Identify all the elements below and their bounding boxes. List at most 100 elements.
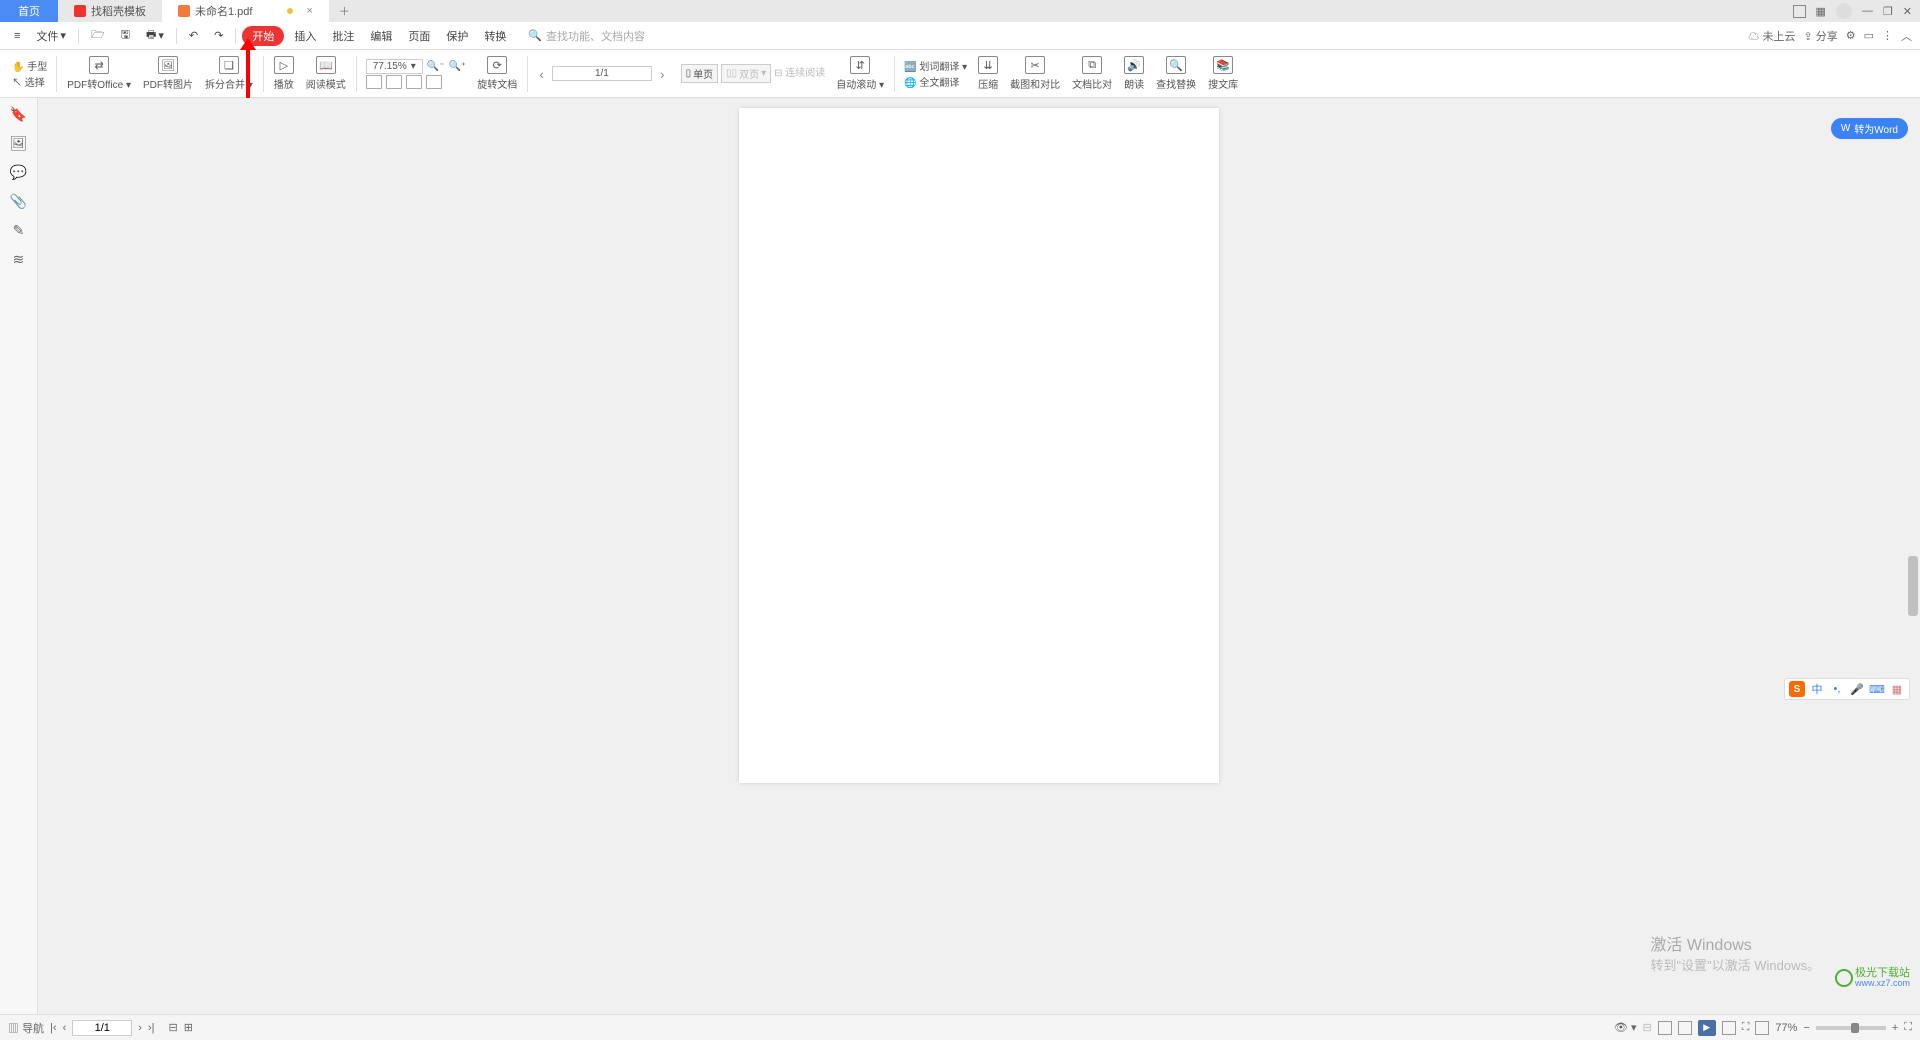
zoom-out-icon[interactable]: 🔍⁻	[427, 61, 445, 72]
play-button[interactable]: ▷ 播放	[269, 50, 299, 97]
menu-page[interactable]: 页面	[402, 26, 436, 46]
menu-edit[interactable]: 编辑	[364, 26, 398, 46]
zoom-fit-plus-icon[interactable]: ⊞	[184, 1021, 193, 1034]
more-icon[interactable]: ⋮	[1882, 29, 1893, 42]
zoom-combo[interactable]: 77.15% ▾	[366, 59, 423, 74]
ime-keyboard-icon[interactable]: ⌨	[1869, 681, 1885, 697]
menu-annotate[interactable]: 批注	[326, 26, 360, 46]
eye-icon[interactable]: 👁 ▾	[1614, 1021, 1637, 1034]
search-box[interactable]: 🔍 查找功能、文档内容	[528, 28, 645, 44]
pdf-to-image[interactable]: 🖼 PDF转图片	[138, 50, 198, 97]
double-page-button[interactable]: ▯▯ 双页 ▾	[721, 64, 771, 83]
ime-mic-icon[interactable]: 🎤	[1849, 681, 1865, 697]
menu-insert[interactable]: 插入	[288, 26, 322, 46]
attachment-icon[interactable]: 📎	[10, 193, 27, 210]
zoom-out-icon[interactable]: −	[1803, 1022, 1809, 1034]
convert-to-word-button[interactable]: W 转为Word	[1831, 118, 1908, 139]
gear-icon[interactable]: ⚙	[1846, 29, 1856, 42]
screenshot-compare[interactable]: ✂ 截图和对比	[1005, 50, 1065, 97]
signature-icon[interactable]: ✎	[13, 222, 25, 239]
fit-page-icon[interactable]	[386, 75, 402, 89]
hamburger-icon[interactable]: ≡	[8, 28, 26, 44]
undo-icon[interactable]: ↶	[183, 27, 204, 44]
open-icon[interactable]: 🗁	[85, 24, 111, 47]
view-mode-3-icon[interactable]	[1678, 1021, 1692, 1035]
ime-toolbar[interactable]: S 中 •, 🎤 ⌨ ▦	[1784, 678, 1910, 700]
page-indicator[interactable]: 1/1	[552, 66, 652, 81]
share-button[interactable]: ⇪ 分享	[1803, 28, 1837, 44]
view-mode-1-icon[interactable]: ⊟	[1642, 1021, 1651, 1034]
cloud-status[interactable]: ☁ 未上云	[1748, 28, 1795, 44]
tab-current[interactable]: 未命名1.pdf ×	[162, 0, 329, 22]
canvas-area[interactable]: W 转为Word S 中 •, 🎤 ⌨ ▦ 激活 Windows 转到"设置"以…	[38, 98, 1920, 1014]
avatar-icon[interactable]	[1836, 3, 1852, 19]
close-tab-icon[interactable]: ×	[306, 5, 312, 17]
split-merge-icon: ❏	[219, 56, 239, 74]
layers-icon[interactable]: ≋	[13, 251, 25, 268]
zoom-in-icon[interactable]: +	[1892, 1022, 1898, 1034]
watermark-subtitle: 转到"设置"以激活 Windows。	[1650, 955, 1820, 974]
page-input[interactable]	[72, 1020, 132, 1036]
redo-icon[interactable]: ↷	[208, 27, 229, 44]
full-translate[interactable]: 🌐 全文翻译	[904, 74, 967, 89]
save-icon[interactable]: 🖫	[115, 24, 136, 47]
select-tool[interactable]: ↖ 选择	[12, 74, 47, 89]
layout-icon[interactable]	[1793, 5, 1806, 18]
text-compare[interactable]: ⧉ 文档比对	[1067, 50, 1117, 97]
ime-punct[interactable]: •,	[1829, 681, 1845, 697]
hand-tool[interactable]: ✋ 手型	[12, 58, 47, 73]
rotate-doc[interactable]: ⟳ 旋转文档	[472, 50, 522, 97]
read-aloud[interactable]: 🔊 朗读	[1119, 50, 1149, 97]
crop-icon[interactable]: ⛶	[1742, 1021, 1750, 1034]
image-icon[interactable]: 🖼	[10, 135, 28, 152]
scrollbar-handle[interactable]	[1908, 556, 1918, 616]
pdf-page[interactable]	[739, 108, 1219, 783]
next-page-icon[interactable]: ›	[654, 66, 671, 82]
zoom-fit-minus-icon[interactable]: ⊟	[168, 1021, 177, 1034]
menu-protect[interactable]: 保护	[440, 26, 474, 46]
menu-bar: ≡ 文件 ▾ 🗁 🖫 🖶 ▾ ↶ ↷ 开始 插入 批注 编辑 页面 保护 转换 …	[0, 22, 1920, 50]
collapse-ribbon-icon[interactable]: ︿	[1901, 28, 1912, 44]
close-window-icon[interactable]: ✕	[1903, 5, 1912, 18]
tab-home[interactable]: 首页	[0, 0, 58, 22]
maximize-icon[interactable]: ❐	[1883, 5, 1893, 18]
search-library[interactable]: 📚 搜文库	[1203, 50, 1243, 97]
zoom-value[interactable]: 77%	[1775, 1022, 1797, 1034]
next-page-icon[interactable]: ›	[138, 1022, 142, 1034]
prev-page-icon[interactable]: ‹	[63, 1022, 67, 1034]
zoom-slider[interactable]	[1816, 1026, 1886, 1030]
fullscreen-icon[interactable]: ⛶	[1904, 1021, 1912, 1034]
auto-scroll[interactable]: ⇵ 自动滚动 ▾	[831, 50, 889, 97]
zoom-in-icon[interactable]: 🔍⁺	[448, 61, 466, 72]
continuous-button[interactable]: ⊟ 连续阅读	[774, 64, 825, 83]
read-mode[interactable]: 📖 阅读模式	[301, 50, 351, 97]
menu-convert[interactable]: 转换	[478, 26, 512, 46]
new-tab-button[interactable]: ＋	[329, 0, 360, 22]
play-slideshow-icon[interactable]: ▶	[1698, 1020, 1716, 1036]
last-page-icon[interactable]: ›|	[148, 1022, 155, 1034]
tab-templates[interactable]: 找稻壳模板	[58, 0, 162, 22]
minimize-icon[interactable]: —	[1862, 5, 1873, 17]
fit-width-icon[interactable]	[366, 75, 382, 89]
print-icon[interactable]: 🖶 ▾	[140, 24, 170, 47]
file-menu[interactable]: 文件 ▾	[30, 26, 72, 46]
nav-toggle[interactable]: ▥ 导航	[8, 1020, 44, 1036]
view-mode-2-icon[interactable]	[1658, 1021, 1672, 1035]
rotate-right-icon[interactable]	[426, 75, 442, 89]
find-replace[interactable]: 🔍 查找替换	[1151, 50, 1201, 97]
single-page-button[interactable]: ▯ 单页	[681, 64, 719, 83]
pdf-to-office[interactable]: ⇄ PDF转Office ▾	[62, 50, 136, 97]
prev-page-icon[interactable]: ‹	[533, 66, 550, 82]
comment-icon[interactable]: 💬	[10, 164, 27, 181]
ime-lang[interactable]: 中	[1809, 681, 1825, 697]
window-icon[interactable]: ▭	[1864, 29, 1874, 42]
layout-1-icon[interactable]	[1722, 1021, 1736, 1035]
rotate-left-icon[interactable]	[406, 75, 422, 89]
word-translate[interactable]: 🔤 划词翻译 ▾	[904, 58, 967, 73]
compress[interactable]: ⇊ 压缩	[973, 50, 1003, 97]
ime-grid-icon[interactable]: ▦	[1889, 681, 1905, 697]
first-page-icon[interactable]: |‹	[50, 1022, 57, 1034]
bookmark-icon[interactable]: 🔖	[10, 106, 27, 123]
apps-icon[interactable]: ▦	[1816, 5, 1826, 18]
layout-2-icon[interactable]	[1755, 1021, 1769, 1035]
